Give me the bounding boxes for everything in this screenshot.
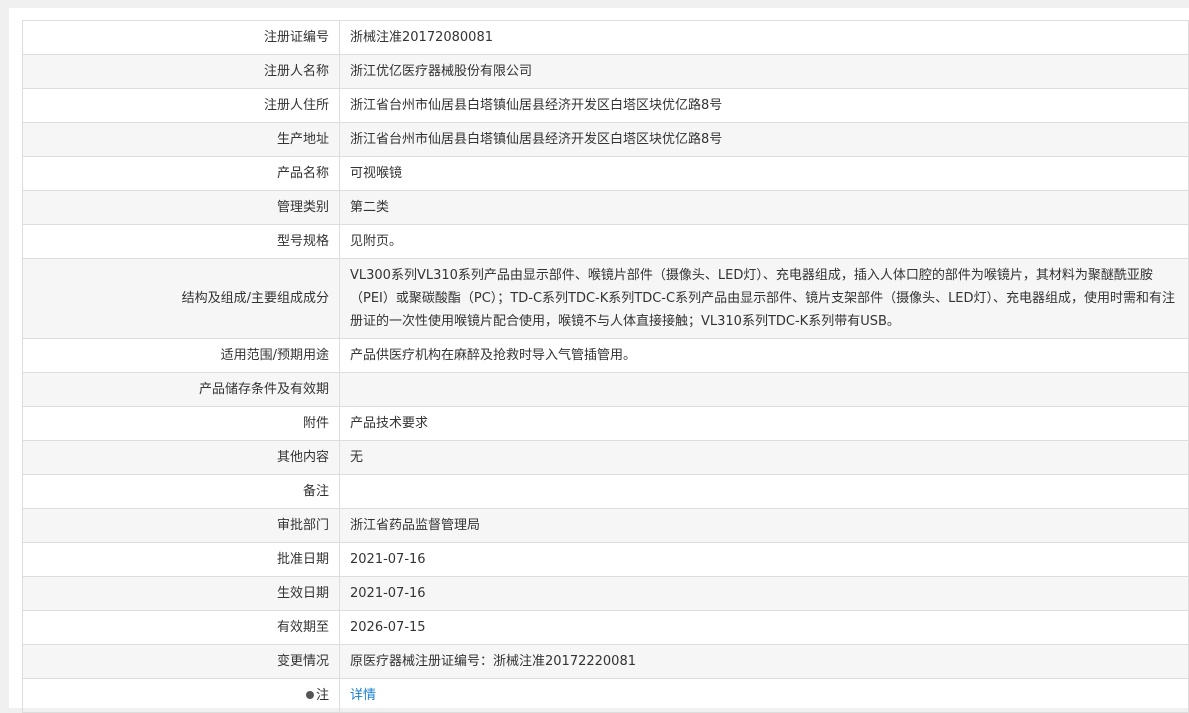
field-value: 浙械注准20172080081 (339, 20, 1189, 55)
field-value: 2026-07-15 (339, 610, 1189, 645)
table-row: 附件 产品技术要求 (22, 406, 1189, 441)
field-label: 附件 (22, 406, 340, 441)
field-label: 变更情况 (22, 644, 340, 679)
note-label: 注 (315, 688, 329, 703)
field-label: 注册证编号 (22, 20, 340, 55)
field-value: 原医疗器械注册证编号：浙械注准20172220081 (339, 644, 1189, 679)
field-value: 2021-07-16 (339, 542, 1189, 577)
table-row: 产品名称 可视喉镜 (22, 156, 1189, 191)
field-label: 型号规格 (22, 224, 340, 259)
field-value: VL300系列VL310系列产品由显示部件、喉镜片部件（摄像头、LED灯）、充电… (339, 258, 1189, 339)
table-row: 有效期至 2026-07-15 (22, 610, 1189, 645)
table-row: 管理类别 第二类 (22, 190, 1189, 225)
field-label: 有效期至 (22, 610, 340, 645)
field-label: 生产地址 (22, 122, 340, 157)
field-label: 审批部门 (22, 508, 340, 543)
bullet-icon (305, 691, 314, 699)
table-row: 适用范围/预期用途 产品供医疗机构在麻醉及抢救时导入气管插管用。 (22, 338, 1189, 373)
table-row: 产品储存条件及有效期 (22, 372, 1189, 407)
field-value: 2021-07-16 (339, 576, 1189, 611)
table-row: 型号规格 见附页。 (22, 224, 1189, 259)
table-row: 注册人住所 浙江省台州市仙居县白塔镇仙居县经济开发区白塔区块优亿路8号 (22, 88, 1189, 123)
field-label: 其他内容 (22, 440, 340, 475)
field-label: 产品储存条件及有效期 (22, 372, 340, 407)
table-row: 其他内容 无 (22, 440, 1189, 475)
field-label: 结构及组成/主要组成成分 (22, 258, 340, 339)
table-row: 生产地址 浙江省台州市仙居县白塔镇仙居县经济开发区白塔区块优亿路8号 (22, 122, 1189, 157)
field-value: 无 (339, 440, 1189, 475)
field-value: 可视喉镜 (339, 156, 1189, 191)
field-label: 生效日期 (22, 576, 340, 611)
field-value: 浙江省台州市仙居县白塔镇仙居县经济开发区白塔区块优亿路8号 (339, 122, 1189, 157)
field-label: 产品名称 (22, 156, 340, 191)
table-row: 生效日期 2021-07-16 (22, 576, 1189, 611)
table-row: 变更情况 原医疗器械注册证编号：浙械注准20172220081 (22, 644, 1189, 679)
field-value: 浙江省药品监督管理局 (339, 508, 1189, 543)
field-value: 浙江优亿医疗器械股份有限公司 (339, 54, 1189, 89)
details-link[interactable]: 详情 (350, 688, 376, 703)
table-row: 结构及组成/主要组成成分 VL300系列VL310系列产品由显示部件、喉镜片部件… (22, 258, 1189, 339)
field-value: 浙江省台州市仙居县白塔镇仙居县经济开发区白塔区块优亿路8号 (339, 88, 1189, 123)
field-value: 见附页。 (339, 224, 1189, 259)
field-value (339, 372, 1189, 407)
table-row: 注册人名称 浙江优亿医疗器械股份有限公司 (22, 54, 1189, 89)
field-label: 备注 (22, 474, 340, 509)
table-row: 备注 (22, 474, 1189, 509)
page-content: 注册证编号 浙械注准20172080081 注册人名称 浙江优亿医疗器械股份有限… (9, 8, 1189, 713)
field-value: 产品技术要求 (339, 406, 1189, 441)
field-value (339, 474, 1189, 509)
note-value-cell: 详情 (339, 678, 1189, 713)
field-value: 产品供医疗机构在麻醉及抢救时导入气管插管用。 (339, 338, 1189, 373)
field-label: 批准日期 (22, 542, 340, 577)
table-row: 审批部门 浙江省药品监督管理局 (22, 508, 1189, 543)
field-label: 管理类别 (22, 190, 340, 225)
table-row: 批准日期 2021-07-16 (22, 542, 1189, 577)
field-label: 注册人名称 (22, 54, 340, 89)
field-value: 第二类 (339, 190, 1189, 225)
table-row: 注册证编号 浙械注准20172080081 (22, 20, 1189, 55)
table-row: 注 详情 (22, 678, 1189, 713)
note-label-cell: 注 (22, 678, 340, 713)
field-label: 注册人住所 (22, 88, 340, 123)
field-label: 适用范围/预期用途 (22, 338, 340, 373)
registration-detail-table: 注册证编号 浙械注准20172080081 注册人名称 浙江优亿医疗器械股份有限… (22, 20, 1189, 713)
